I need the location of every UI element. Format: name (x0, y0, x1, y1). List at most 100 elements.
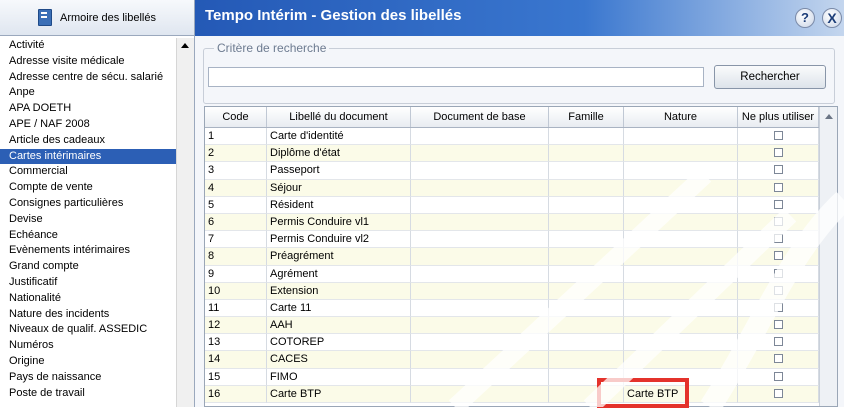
cell-code[interactable]: 8 (205, 248, 267, 266)
cell-code[interactable]: 9 (205, 265, 267, 283)
table-row[interactable]: 12 AAH (205, 317, 819, 335)
label-category-item[interactable]: Adresse centre de sécu. salarié (0, 70, 176, 86)
cell-libelle[interactable]: Préagrément (267, 248, 411, 266)
cell-document[interactable] (411, 282, 549, 300)
cell-code[interactable]: 3 (205, 162, 267, 180)
cell-document[interactable] (411, 248, 549, 266)
table-row[interactable]: 9 Agrément (205, 265, 819, 283)
cell-code[interactable]: 1 (205, 128, 267, 146)
label-category-item[interactable]: Adresse visite médicale (0, 54, 176, 70)
help-button[interactable]: ? (795, 8, 815, 28)
cell-libelle[interactable]: Permis Conduire vl1 (267, 213, 411, 232)
ne-plus-utiliser-checkbox[interactable] (773, 302, 783, 312)
table-row[interactable]: 7 Permis Conduire vl2 (205, 231, 819, 249)
cell-code[interactable]: 6 (205, 213, 267, 232)
cell-document[interactable] (411, 179, 549, 197)
table-row[interactable]: 6 Permis Conduire vl1 (205, 213, 819, 232)
label-category-item[interactable]: Niveaux de qualif. ASSEDIC (0, 322, 176, 338)
cell-famille[interactable] (549, 162, 624, 180)
table-row[interactable]: 11 Carte 11 (205, 299, 819, 318)
cell-nature[interactable] (624, 213, 738, 232)
cell-document[interactable] (411, 334, 549, 352)
cell-document[interactable] (411, 299, 549, 318)
label-category-item[interactable]: Origine (0, 354, 176, 370)
cell-libelle[interactable]: Passeport (267, 162, 411, 180)
cell-famille[interactable] (549, 282, 624, 300)
cell-document[interactable] (411, 368, 549, 386)
cell-libelle[interactable]: Permis Conduire vl2 (267, 231, 411, 249)
cell-libelle[interactable]: Extension (267, 282, 411, 300)
search-button[interactable]: Rechercher (714, 65, 826, 89)
cell-famille[interactable] (549, 145, 624, 163)
cell-document[interactable] (411, 385, 549, 403)
cell-document[interactable] (411, 162, 549, 180)
label-category-item[interactable]: Poste de travail (0, 386, 176, 402)
cell-document[interactable] (411, 265, 549, 283)
column-header-code[interactable]: Code (205, 107, 267, 127)
cell-document[interactable] (411, 213, 549, 232)
cell-famille[interactable] (549, 334, 624, 352)
cell-code[interactable]: 14 (205, 351, 267, 369)
cell-nature[interactable] (624, 351, 738, 369)
cell-code[interactable]: 5 (205, 196, 267, 214)
label-category-item[interactable]: Activité (0, 38, 176, 54)
cell-famille[interactable] (549, 385, 624, 403)
label-category-item[interactable]: Article des cadeaux (0, 133, 176, 149)
ne-plus-utiliser-checkbox[interactable] (773, 199, 783, 209)
label-cabinet-header[interactable]: Armoire des libellés (0, 0, 194, 36)
cell-libelle[interactable]: Agrément (267, 265, 411, 283)
cell-nature[interactable] (624, 317, 738, 335)
table-row[interactable]: 16 Carte BTP Carte BTP (205, 385, 819, 403)
scroll-up-icon[interactable] (825, 114, 833, 119)
cell-libelle[interactable]: Résident (267, 196, 411, 214)
cell-code[interactable]: 16 (205, 385, 267, 403)
cell-nature[interactable] (624, 128, 738, 146)
table-row[interactable]: 13 COTOREP (205, 334, 819, 352)
label-category-list[interactable]: Activité Adresse visite médicale Adresse c… (0, 38, 176, 407)
column-header-ne-plus-utiliser[interactable]: Ne plus utiliser (738, 107, 819, 127)
cell-code[interactable]: 7 (205, 231, 267, 249)
cell-famille[interactable] (549, 248, 624, 266)
cell-famille[interactable] (549, 179, 624, 197)
cell-nature[interactable] (624, 299, 738, 318)
ne-plus-utiliser-checkbox[interactable] (773, 216, 783, 226)
cell-nature[interactable] (624, 368, 738, 386)
label-category-item[interactable]: Nature des incidents (0, 307, 176, 323)
cell-famille[interactable] (549, 231, 624, 249)
table-row[interactable]: 1 Carte d'identité (205, 128, 819, 146)
cell-code[interactable]: 11 (205, 299, 267, 318)
cell-nature[interactable] (624, 248, 738, 266)
cell-nature[interactable] (624, 179, 738, 197)
label-category-item[interactable]: Commercial (0, 164, 176, 180)
scroll-up-icon[interactable] (181, 43, 189, 48)
label-category-item[interactable]: Evènements intérimaires (0, 243, 176, 259)
ne-plus-utiliser-checkbox[interactable] (773, 285, 783, 295)
label-category-item[interactable]: Pays de naissance (0, 370, 176, 386)
label-category-item[interactable]: Grand compte (0, 259, 176, 275)
column-header-libelle[interactable]: Libellé du document (267, 107, 411, 127)
cell-libelle[interactable]: Carte 11 (267, 299, 411, 318)
ne-plus-utiliser-checkbox[interactable] (773, 388, 783, 398)
ne-plus-utiliser-checkbox[interactable] (773, 131, 783, 140)
cell-libelle[interactable]: AAH (267, 317, 411, 335)
cell-code[interactable]: 4 (205, 179, 267, 197)
label-category-item[interactable]: Devise (0, 212, 176, 228)
cell-nature[interactable] (624, 231, 738, 249)
cell-famille[interactable] (549, 265, 624, 283)
ne-plus-utiliser-checkbox[interactable] (773, 268, 783, 278)
cell-libelle[interactable]: Carte BTP (267, 385, 411, 403)
label-list-scrollbar[interactable] (176, 38, 194, 407)
cell-nature[interactable] (624, 334, 738, 352)
cell-famille[interactable] (549, 128, 624, 146)
label-category-item[interactable]: Compte de vente (0, 180, 176, 196)
cell-nature[interactable] (624, 162, 738, 180)
ne-plus-utiliser-checkbox[interactable] (773, 251, 783, 261)
cell-document[interactable] (411, 351, 549, 369)
cell-nature[interactable] (624, 265, 738, 283)
cell-document[interactable] (411, 196, 549, 214)
table-row[interactable]: 3 Passeport (205, 162, 819, 180)
label-category-item[interactable]: Numéros (0, 338, 176, 354)
ne-plus-utiliser-checkbox[interactable] (773, 371, 783, 381)
label-category-item[interactable]: Nationalité (0, 291, 176, 307)
ne-plus-utiliser-checkbox[interactable] (773, 337, 783, 347)
